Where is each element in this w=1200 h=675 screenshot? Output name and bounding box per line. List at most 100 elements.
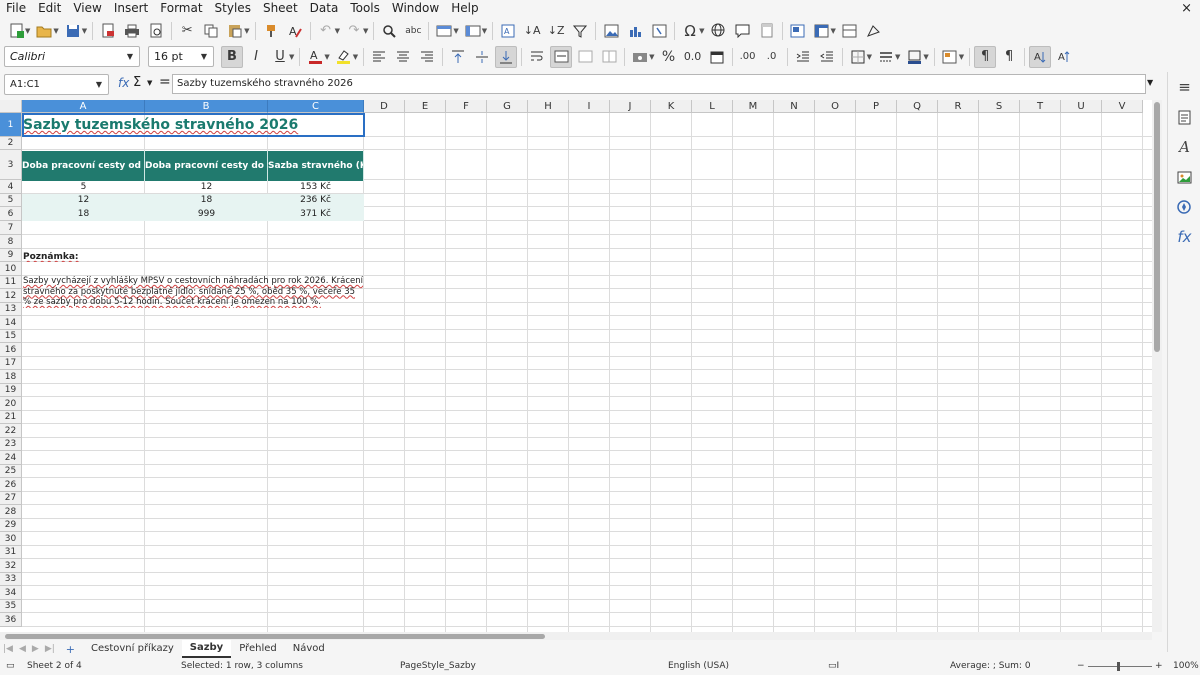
row-header[interactable]: 27 — [0, 492, 22, 505]
column-header[interactable]: J — [610, 100, 651, 113]
find-replace-icon[interactable] — [378, 20, 400, 42]
row-header[interactable]: 25 — [0, 465, 22, 478]
column-header[interactable]: U — [1061, 100, 1102, 113]
styles-icon[interactable]: A — [1168, 132, 1200, 162]
vertical-scroll-thumb[interactable] — [1154, 102, 1160, 352]
print-icon[interactable] — [121, 20, 143, 42]
text-direction-rtl-icon[interactable]: ¶ — [998, 46, 1020, 68]
bold-button[interactable]: B — [221, 45, 243, 68]
row-header[interactable]: 2 — [0, 137, 22, 150]
next-sheet-icon[interactable]: ▶ — [29, 644, 42, 654]
column-header[interactable]: A — [22, 100, 145, 113]
header-footer-icon[interactable] — [756, 20, 778, 42]
row-header[interactable]: 19 — [0, 384, 22, 397]
column-header[interactable]: F — [446, 100, 487, 113]
open-folder-icon[interactable] — [33, 20, 55, 42]
sheet-title-cell[interactable]: Sazby tuzemského stravného 2026 — [22, 114, 364, 137]
comment-icon[interactable] — [732, 20, 754, 42]
menu-insert[interactable]: Insert — [108, 0, 154, 17]
table-cell[interactable]: 18 — [22, 207, 145, 221]
column-header[interactable]: E — [405, 100, 446, 113]
tab-cestovni-prikazy[interactable]: Cestovní příkazy — [83, 641, 182, 657]
row-header[interactable]: 34 — [0, 586, 22, 600]
row-header[interactable]: 26 — [0, 478, 22, 492]
note-text[interactable]: Sazby vycházejí z vyhlášky MPSV o cestov… — [23, 276, 365, 308]
copy-icon[interactable] — [200, 20, 222, 42]
merge-cells-icon[interactable] — [574, 46, 596, 68]
vertical-scrollbar[interactable] — [1152, 100, 1162, 632]
row-header[interactable]: 24 — [0, 451, 22, 465]
sort-descending-icon[interactable]: ↓Z — [545, 20, 567, 42]
font-name-combo[interactable]: Calibri ▼ — [4, 46, 140, 67]
name-box[interactable]: A1:C1 ▼ — [4, 74, 109, 95]
font-color-icon[interactable]: A — [304, 46, 326, 68]
border-style-icon[interactable] — [875, 46, 897, 68]
zoom-level[interactable]: 100% — [1173, 661, 1199, 671]
table-cell[interactable]: 12 — [145, 180, 268, 194]
row-header[interactable]: 32 — [0, 559, 22, 573]
sum-status[interactable]: Average: ; Sum: 0 — [950, 661, 1031, 671]
row-header[interactable]: 20 — [0, 397, 22, 411]
row-header[interactable]: 6 — [0, 207, 22, 221]
row-header[interactable]: 28 — [0, 505, 22, 519]
table-cell[interactable]: 236 Kč — [268, 194, 364, 207]
insert-chart-icon[interactable] — [624, 20, 646, 42]
column-header[interactable]: D — [364, 100, 405, 113]
column-header[interactable]: I — [569, 100, 610, 113]
sum-icon[interactable]: Σ — [133, 75, 141, 90]
column-header[interactable]: V — [1102, 100, 1143, 113]
table-cell[interactable]: 371 Kč — [268, 207, 364, 221]
print-preview-icon[interactable] — [145, 20, 167, 42]
column-header[interactable]: Q — [897, 100, 938, 113]
expand-formula-bar-icon[interactable]: ▼ — [1147, 78, 1153, 87]
menu-tools[interactable]: Tools — [344, 0, 386, 17]
add-decimal-icon[interactable]: .00 — [737, 46, 759, 68]
row-header[interactable]: 11 — [0, 276, 22, 289]
row-header[interactable]: 14 — [0, 316, 22, 330]
autofilter-icon[interactable] — [569, 20, 591, 42]
decrease-indent-icon[interactable] — [816, 46, 838, 68]
tab-sazby[interactable]: Sazby — [181, 640, 232, 658]
language-status[interactable]: English (USA) — [668, 661, 729, 671]
column-header[interactable]: O — [815, 100, 856, 113]
special-character-icon[interactable]: Ω — [679, 20, 701, 42]
table-cell[interactable]: 5 — [22, 180, 145, 194]
row-header[interactable]: 8 — [0, 235, 22, 249]
spelling-icon[interactable]: abc — [402, 20, 424, 42]
redo-icon[interactable]: ↷ — [343, 20, 365, 42]
align-bottom-icon[interactable] — [495, 45, 518, 68]
row-header[interactable]: 3 — [0, 150, 22, 180]
row-header[interactable]: 4 — [0, 180, 22, 194]
menu-edit[interactable]: Edit — [32, 0, 67, 17]
row-header[interactable]: 29 — [0, 519, 22, 532]
function-wizard-icon[interactable]: fx — [118, 76, 129, 90]
horizontal-scrollbar[interactable] — [0, 632, 1152, 640]
select-all-corner[interactable] — [0, 100, 22, 113]
underline-button[interactable]: U — [269, 46, 291, 68]
menu-view[interactable]: View — [67, 0, 107, 17]
previous-sheet-icon[interactable]: ◀ — [16, 644, 29, 654]
table-header-cell[interactable]: Doba pracovní cesty od (h) — [22, 151, 145, 181]
cut-icon[interactable]: ✂ — [176, 20, 198, 42]
menu-file[interactable]: File — [0, 0, 32, 17]
menu-styles[interactable]: Styles — [209, 0, 257, 17]
currency-format-icon[interactable] — [629, 46, 651, 68]
conditional-format-icon[interactable] — [939, 46, 961, 68]
column-header[interactable]: N — [774, 100, 815, 113]
note-label[interactable]: Poznámka: — [23, 252, 79, 262]
zoom-out-icon[interactable]: − — [1077, 661, 1085, 671]
page-style[interactable]: PageStyle_Sazby — [400, 661, 476, 671]
sort-ascending-icon[interactable]: ↓A — [521, 20, 543, 42]
row-header[interactable]: 31 — [0, 546, 22, 559]
column-header[interactable]: L — [692, 100, 733, 113]
formula-icon[interactable]: = — [159, 74, 171, 90]
vertical-text-alt-icon[interactable]: A — [1053, 46, 1075, 68]
horizontal-scroll-thumb[interactable] — [5, 634, 545, 639]
unmerge-cells-icon[interactable] — [598, 46, 620, 68]
sidebar-menu-icon[interactable]: ≡ — [1168, 72, 1200, 102]
pivot-table-icon[interactable] — [648, 20, 670, 42]
column-header[interactable]: S — [979, 100, 1020, 113]
number-format-icon[interactable]: 0.0 — [682, 46, 704, 68]
table-cell[interactable]: 999 — [145, 207, 268, 221]
table-cell[interactable]: 18 — [145, 194, 268, 207]
